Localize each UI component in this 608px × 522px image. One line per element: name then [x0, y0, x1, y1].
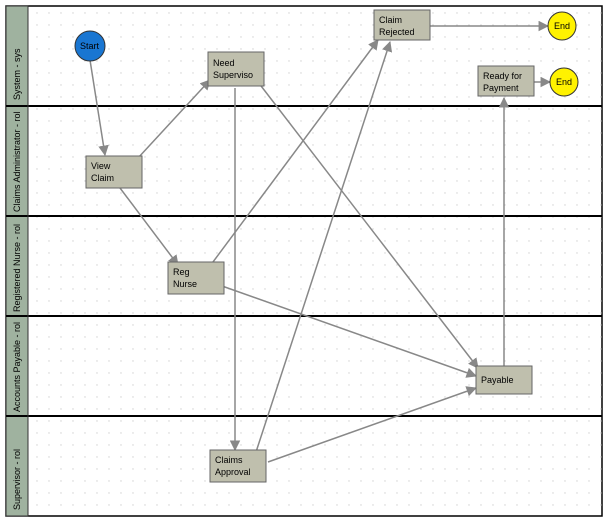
view-claim-l2: Claim: [91, 173, 114, 183]
lane-label-system: System - sys: [12, 48, 22, 100]
claim-rejected-node[interactable]: Claim Rejected: [374, 10, 430, 40]
claims-approval-l2: Approval: [215, 467, 251, 477]
need-superviso-l1: Need: [213, 58, 235, 68]
lane-label-claimsadmin: Claims Administrator - rol: [12, 111, 22, 212]
ready-payment-l2: Payment: [483, 83, 519, 93]
claim-rejected-l2: Rejected: [379, 27, 415, 37]
view-claim-l1: View: [91, 161, 111, 171]
need-superviso-l2: Superviso: [213, 70, 253, 80]
view-claim-node[interactable]: View Claim: [86, 156, 142, 188]
lane-label-supervisor: Supervisor - rol: [12, 449, 22, 510]
reg-nurse-l2: Nurse: [173, 279, 197, 289]
reg-nurse-node[interactable]: Reg Nurse: [168, 262, 224, 294]
end2-label: End: [556, 77, 572, 87]
payable-node[interactable]: Payable: [476, 366, 532, 394]
end-node-2[interactable]: End: [550, 68, 578, 96]
lane-label-regnurse: Registered Nurse - rol: [12, 224, 22, 312]
end-node-1[interactable]: End: [548, 12, 576, 40]
ready-payment-l1: Ready for: [483, 71, 522, 81]
claim-rejected-l1: Claim: [379, 15, 402, 25]
swimlane-diagram: System - sys Claims Administrator - rol …: [0, 0, 608, 522]
reg-nurse-l1: Reg: [173, 267, 190, 277]
claims-approval-l1: Claims: [215, 455, 243, 465]
start-label: Start: [80, 41, 100, 51]
lane-label-ap: Accounts Payable - rol: [12, 322, 22, 412]
ready-for-payment-node[interactable]: Ready for Payment: [478, 66, 534, 96]
need-superviso-node[interactable]: Need Superviso: [208, 52, 264, 86]
end1-label: End: [554, 21, 570, 31]
claims-approval-node[interactable]: Claims Approval: [210, 450, 266, 482]
payable-label: Payable: [481, 375, 514, 385]
start-node[interactable]: Start: [75, 31, 105, 61]
